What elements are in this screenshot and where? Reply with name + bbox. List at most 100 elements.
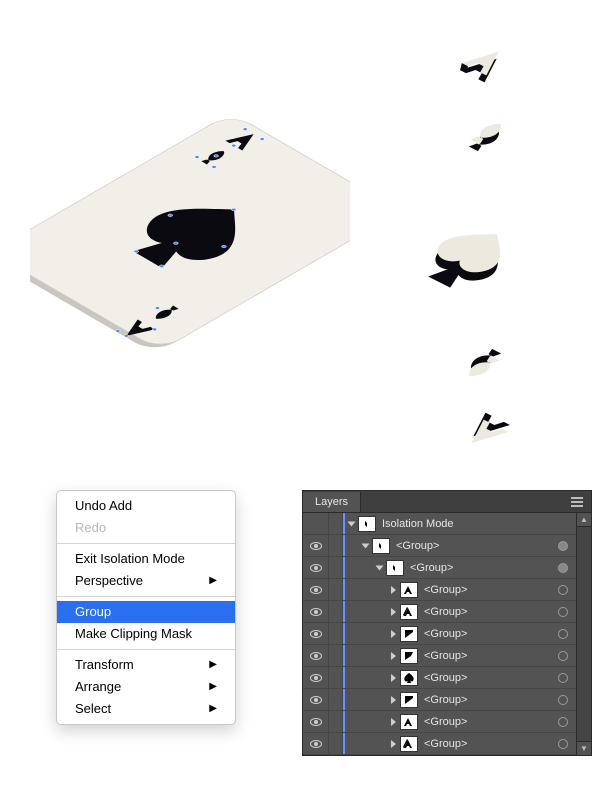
layer-name: <Group> (424, 628, 467, 640)
target-button[interactable] (551, 695, 575, 705)
lock-toggle[interactable] (329, 689, 343, 710)
layer-row[interactable]: <Group> (303, 579, 591, 601)
layer-name: <Group> (424, 650, 467, 662)
menu-item-label: Make Clipping Mask (75, 625, 192, 643)
lock-toggle[interactable] (329, 579, 343, 600)
visibility-toggle[interactable] (303, 601, 329, 622)
menu-separator (57, 543, 235, 544)
layer-tree-cell: <Group> (343, 557, 551, 578)
disclosure-triangle-icon[interactable] (391, 586, 396, 594)
target-button[interactable] (551, 585, 575, 595)
disclosure-triangle-icon[interactable] (391, 608, 396, 616)
layer-row[interactable]: <Group> (303, 689, 591, 711)
menu-item-transform[interactable]: Transform▶ (57, 654, 235, 676)
submenu-arrow-icon: ▶ (209, 678, 217, 696)
target-button[interactable] (551, 673, 575, 683)
visibility-toggle[interactable] (303, 557, 329, 578)
menu-item-select[interactable]: Select▶ (57, 698, 235, 720)
scroll-up-icon[interactable]: ▲ (577, 513, 591, 527)
menu-item-label: Redo (75, 519, 106, 537)
visibility-toggle[interactable] (303, 645, 329, 666)
disclosure-triangle-icon[interactable] (391, 630, 396, 638)
lock-toggle[interactable] (329, 535, 343, 556)
disclosure-triangle-icon[interactable] (391, 740, 396, 748)
layer-row[interactable]: <Group> (303, 733, 591, 755)
layer-name: <Group> (424, 584, 467, 596)
layer-thumbnail (386, 560, 404, 576)
layer-tree-cell: <Group> (343, 579, 551, 600)
layer-thumbnail (400, 604, 418, 620)
layer-name: Isolation Mode (382, 518, 454, 530)
menu-item-make-clipping-mask[interactable]: Make Clipping Mask (57, 623, 235, 645)
target-button[interactable] (551, 717, 575, 727)
layer-row[interactable]: <Group> (303, 711, 591, 733)
layer-thumbnail (400, 736, 418, 752)
visibility-toggle[interactable] (303, 667, 329, 688)
layer-row[interactable]: Isolation Mode (303, 513, 591, 535)
target-button[interactable] (551, 739, 575, 749)
eye-icon (310, 586, 322, 594)
layer-tree-cell: <Group> (343, 645, 551, 666)
visibility-toggle[interactable] (303, 733, 329, 754)
visibility-toggle[interactable] (303, 623, 329, 644)
target-ring-icon (558, 585, 568, 595)
disclosure-triangle-icon[interactable] (391, 718, 396, 726)
target-button[interactable] (551, 629, 575, 639)
target-button[interactable] (551, 563, 575, 573)
target-button[interactable] (551, 607, 575, 617)
layer-row[interactable]: <Group> (303, 557, 591, 579)
layers-scrollbar[interactable]: ▲ ▼ (576, 513, 591, 755)
layer-tree-cell: <Group> (343, 535, 551, 556)
menu-item-undo-add[interactable]: Undo Add (57, 495, 235, 517)
menu-item-perspective[interactable]: Perspective▶ (57, 570, 235, 592)
visibility-toggle[interactable] (303, 711, 329, 732)
visibility-toggle[interactable] (303, 689, 329, 710)
lock-toggle[interactable] (329, 733, 343, 754)
lock-toggle[interactable] (329, 557, 343, 578)
visibility-toggle[interactable] (303, 579, 329, 600)
layer-tree-cell: Isolation Mode (343, 513, 551, 534)
layer-thumbnail (400, 648, 418, 664)
disclosure-triangle-icon[interactable] (362, 543, 370, 548)
layer-tree-cell: <Group> (343, 623, 551, 644)
disclosure-triangle-icon[interactable] (391, 674, 396, 682)
layer-thumbnail (400, 582, 418, 598)
lock-toggle[interactable] (329, 711, 343, 732)
layer-name: <Group> (396, 540, 439, 552)
lock-toggle[interactable] (329, 645, 343, 666)
scroll-down-icon[interactable]: ▼ (577, 741, 591, 755)
disclosure-triangle-icon[interactable] (391, 652, 396, 660)
menu-item-label: Exit Isolation Mode (75, 550, 185, 568)
disclosure-triangle-icon[interactable] (348, 521, 356, 526)
layers-tab[interactable]: Layers (303, 492, 361, 512)
lock-toggle[interactable] (329, 623, 343, 644)
panel-menu-icon[interactable] (569, 495, 585, 509)
menu-item-group[interactable]: Group (57, 601, 235, 623)
visibility-toggle[interactable] (303, 535, 329, 556)
layer-thumbnail (400, 692, 418, 708)
layer-tree-cell: <Group> (343, 711, 551, 732)
layer-row[interactable]: <Group> (303, 601, 591, 623)
eye-icon (310, 652, 322, 660)
lock-toggle[interactable] (329, 667, 343, 688)
menu-item-arrange[interactable]: Arrange▶ (57, 676, 235, 698)
layer-name: <Group> (410, 562, 453, 574)
layer-row[interactable]: <Group> (303, 535, 591, 557)
target-button[interactable] (551, 541, 575, 551)
layer-row[interactable]: <Group> (303, 645, 591, 667)
lock-toggle[interactable] (329, 513, 343, 534)
context-menu: Undo Add Redo Exit Isolation Mode Perspecti… (56, 490, 236, 725)
visibility-toggle[interactable] (303, 513, 329, 534)
layer-row[interactable]: <Group> (303, 667, 591, 689)
layer-row[interactable]: <Group> (303, 623, 591, 645)
disclosure-triangle-icon[interactable] (391, 696, 396, 704)
disclosure-triangle-icon[interactable] (376, 565, 384, 570)
target-button[interactable] (551, 651, 575, 661)
eye-icon (310, 542, 322, 550)
menu-item-exit-isolation-mode[interactable]: Exit Isolation Mode (57, 548, 235, 570)
layer-name: <Group> (424, 606, 467, 618)
layer-name: <Group> (424, 672, 467, 684)
lock-toggle[interactable] (329, 601, 343, 622)
layer-tree-cell: <Group> (343, 733, 551, 754)
submenu-arrow-icon: ▶ (209, 572, 217, 590)
